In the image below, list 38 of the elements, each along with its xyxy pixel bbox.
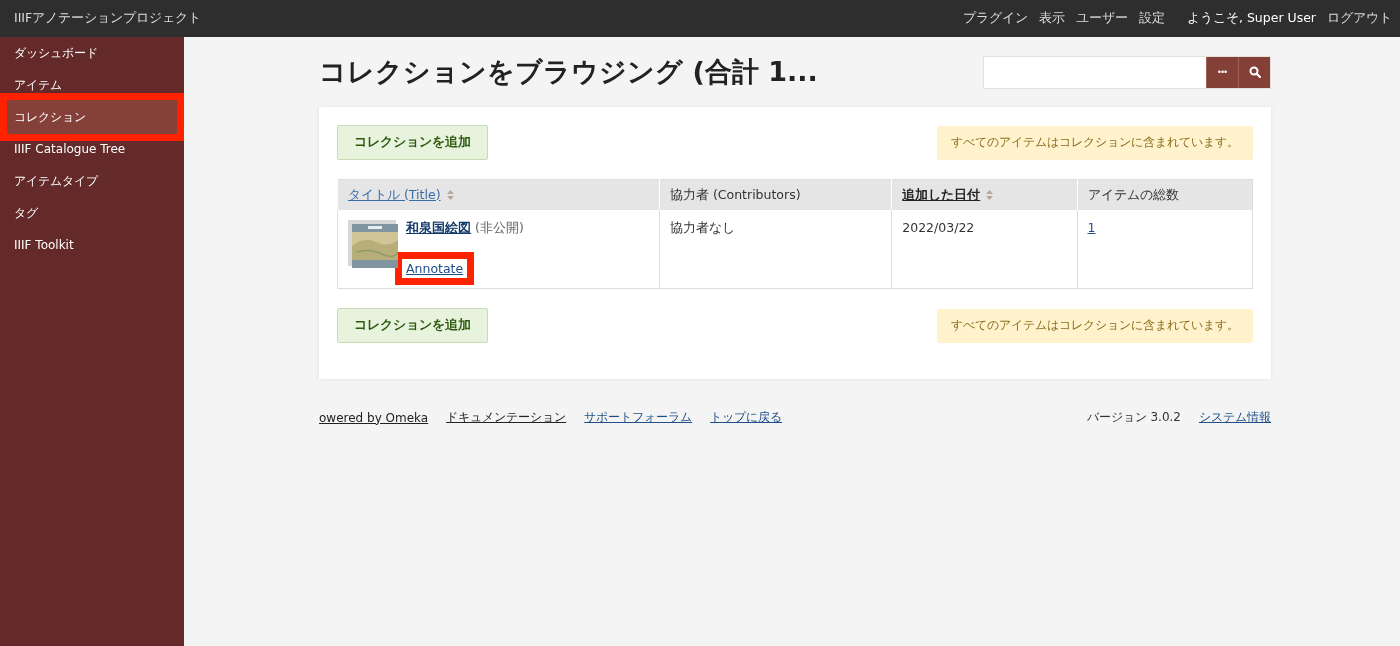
- add-collection-button[interactable]: コレクションを追加: [337, 125, 488, 160]
- page-title: コレクションをブラウジング (合計 1...: [319, 55, 818, 89]
- footer-link[interactable]: トップに戻る: [710, 409, 783, 426]
- nav-link[interactable]: プラグイン: [962, 10, 1028, 27]
- sidebar-item[interactable]: アイテム: [0, 69, 184, 101]
- footer-link[interactable]: owered by Omeka: [319, 410, 429, 425]
- search-field[interactable]: •••: [983, 55, 1271, 89]
- sidebar-item[interactable]: タグ: [0, 197, 184, 229]
- sidebar-item[interactable]: IIIF Catalogue Tree: [0, 133, 184, 165]
- search-icon: [1248, 66, 1261, 78]
- sidebar-item[interactable]: ダッシュボード: [0, 37, 184, 69]
- sort-icon: [446, 190, 454, 200]
- sort-icon: [986, 190, 994, 200]
- collection-title-link[interactable]: 和泉国絵図: [406, 220, 471, 237]
- item-count-link[interactable]: 1: [1087, 220, 1096, 235]
- status-text: (非公開): [475, 220, 524, 237]
- search-button[interactable]: [1238, 56, 1270, 88]
- table-cell: 協力者なし: [669, 220, 735, 235]
- notice: すべてのアイテムはコレクションに含まれています。: [937, 308, 1253, 343]
- nav-link[interactable]: 表示: [1038, 10, 1065, 27]
- site-title: IIIFアノテーションプロジェクト: [14, 10, 202, 27]
- footer-link[interactable]: ドキュメンテーション: [446, 409, 567, 426]
- column-header: アイテムの総数: [1087, 186, 1179, 202]
- sidebar-item[interactable]: IIIF Toolkit: [0, 229, 184, 261]
- logout-link[interactable]: ログアウト: [1327, 10, 1392, 27]
- footer-link[interactable]: サポートフォーラム: [584, 409, 693, 426]
- table-cell: 2022/03/22: [902, 220, 975, 235]
- nav-link[interactable]: ユーザー: [1075, 10, 1128, 27]
- notice: すべてのアイテムはコレクションに含まれています。: [937, 125, 1253, 160]
- add-collection-button[interactable]: コレクションを追加: [337, 308, 488, 343]
- sidebar-item[interactable]: アイテムタイプ: [0, 165, 184, 197]
- version-text: バージョン 3.0.2: [1086, 409, 1181, 426]
- column-sort-link[interactable]: タイトル (Title): [348, 186, 441, 202]
- footer-link[interactable]: システム情報: [1199, 409, 1271, 426]
- column-header: 協力者 (Contributors): [669, 186, 801, 202]
- nav-link[interactable]: 設定: [1138, 10, 1165, 27]
- advanced-search-button[interactable]: •••: [1206, 56, 1238, 88]
- welcome-text: ようこそ, Super User: [1186, 10, 1316, 27]
